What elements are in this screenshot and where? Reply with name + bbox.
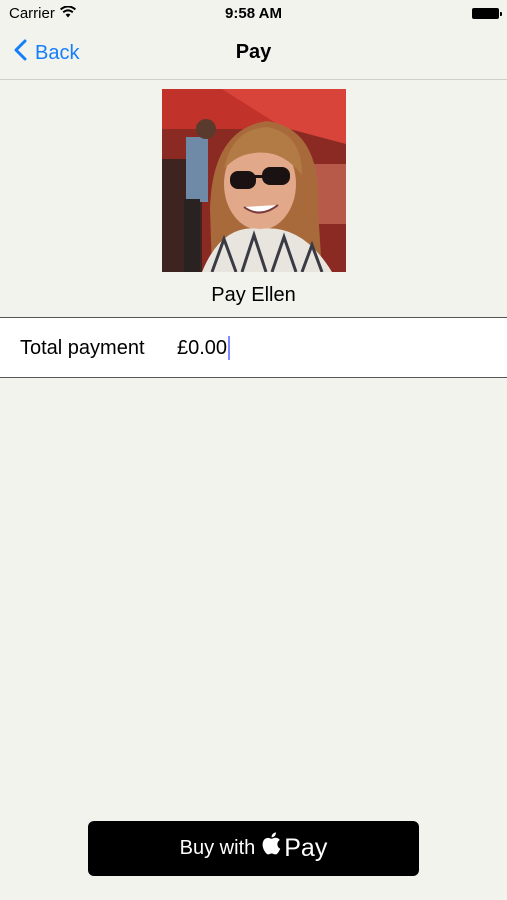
apple-logo-icon xyxy=(261,831,281,860)
text-cursor xyxy=(228,336,231,360)
status-bar: Carrier 9:58 AM xyxy=(0,0,507,28)
navigation-bar: Back Pay xyxy=(0,28,507,80)
total-payment-row: Total payment £0.00 xyxy=(0,317,507,378)
battery-full-icon xyxy=(472,8,502,19)
buy-with-apple-pay-button[interactable]: Buy with Pay xyxy=(88,821,419,876)
pay-label: Pay xyxy=(284,834,328,862)
total-payment-label: Total payment xyxy=(20,337,145,359)
status-time: 9:58 AM xyxy=(225,5,282,22)
avatar xyxy=(162,89,346,272)
total-payment-input[interactable]: £0.00 xyxy=(177,336,231,360)
payee-name: Pay Ellen xyxy=(211,284,296,306)
total-payment-value: £0.00 xyxy=(177,336,228,359)
page-title: Pay xyxy=(235,41,272,63)
buy-with-label: Buy with xyxy=(179,837,256,859)
